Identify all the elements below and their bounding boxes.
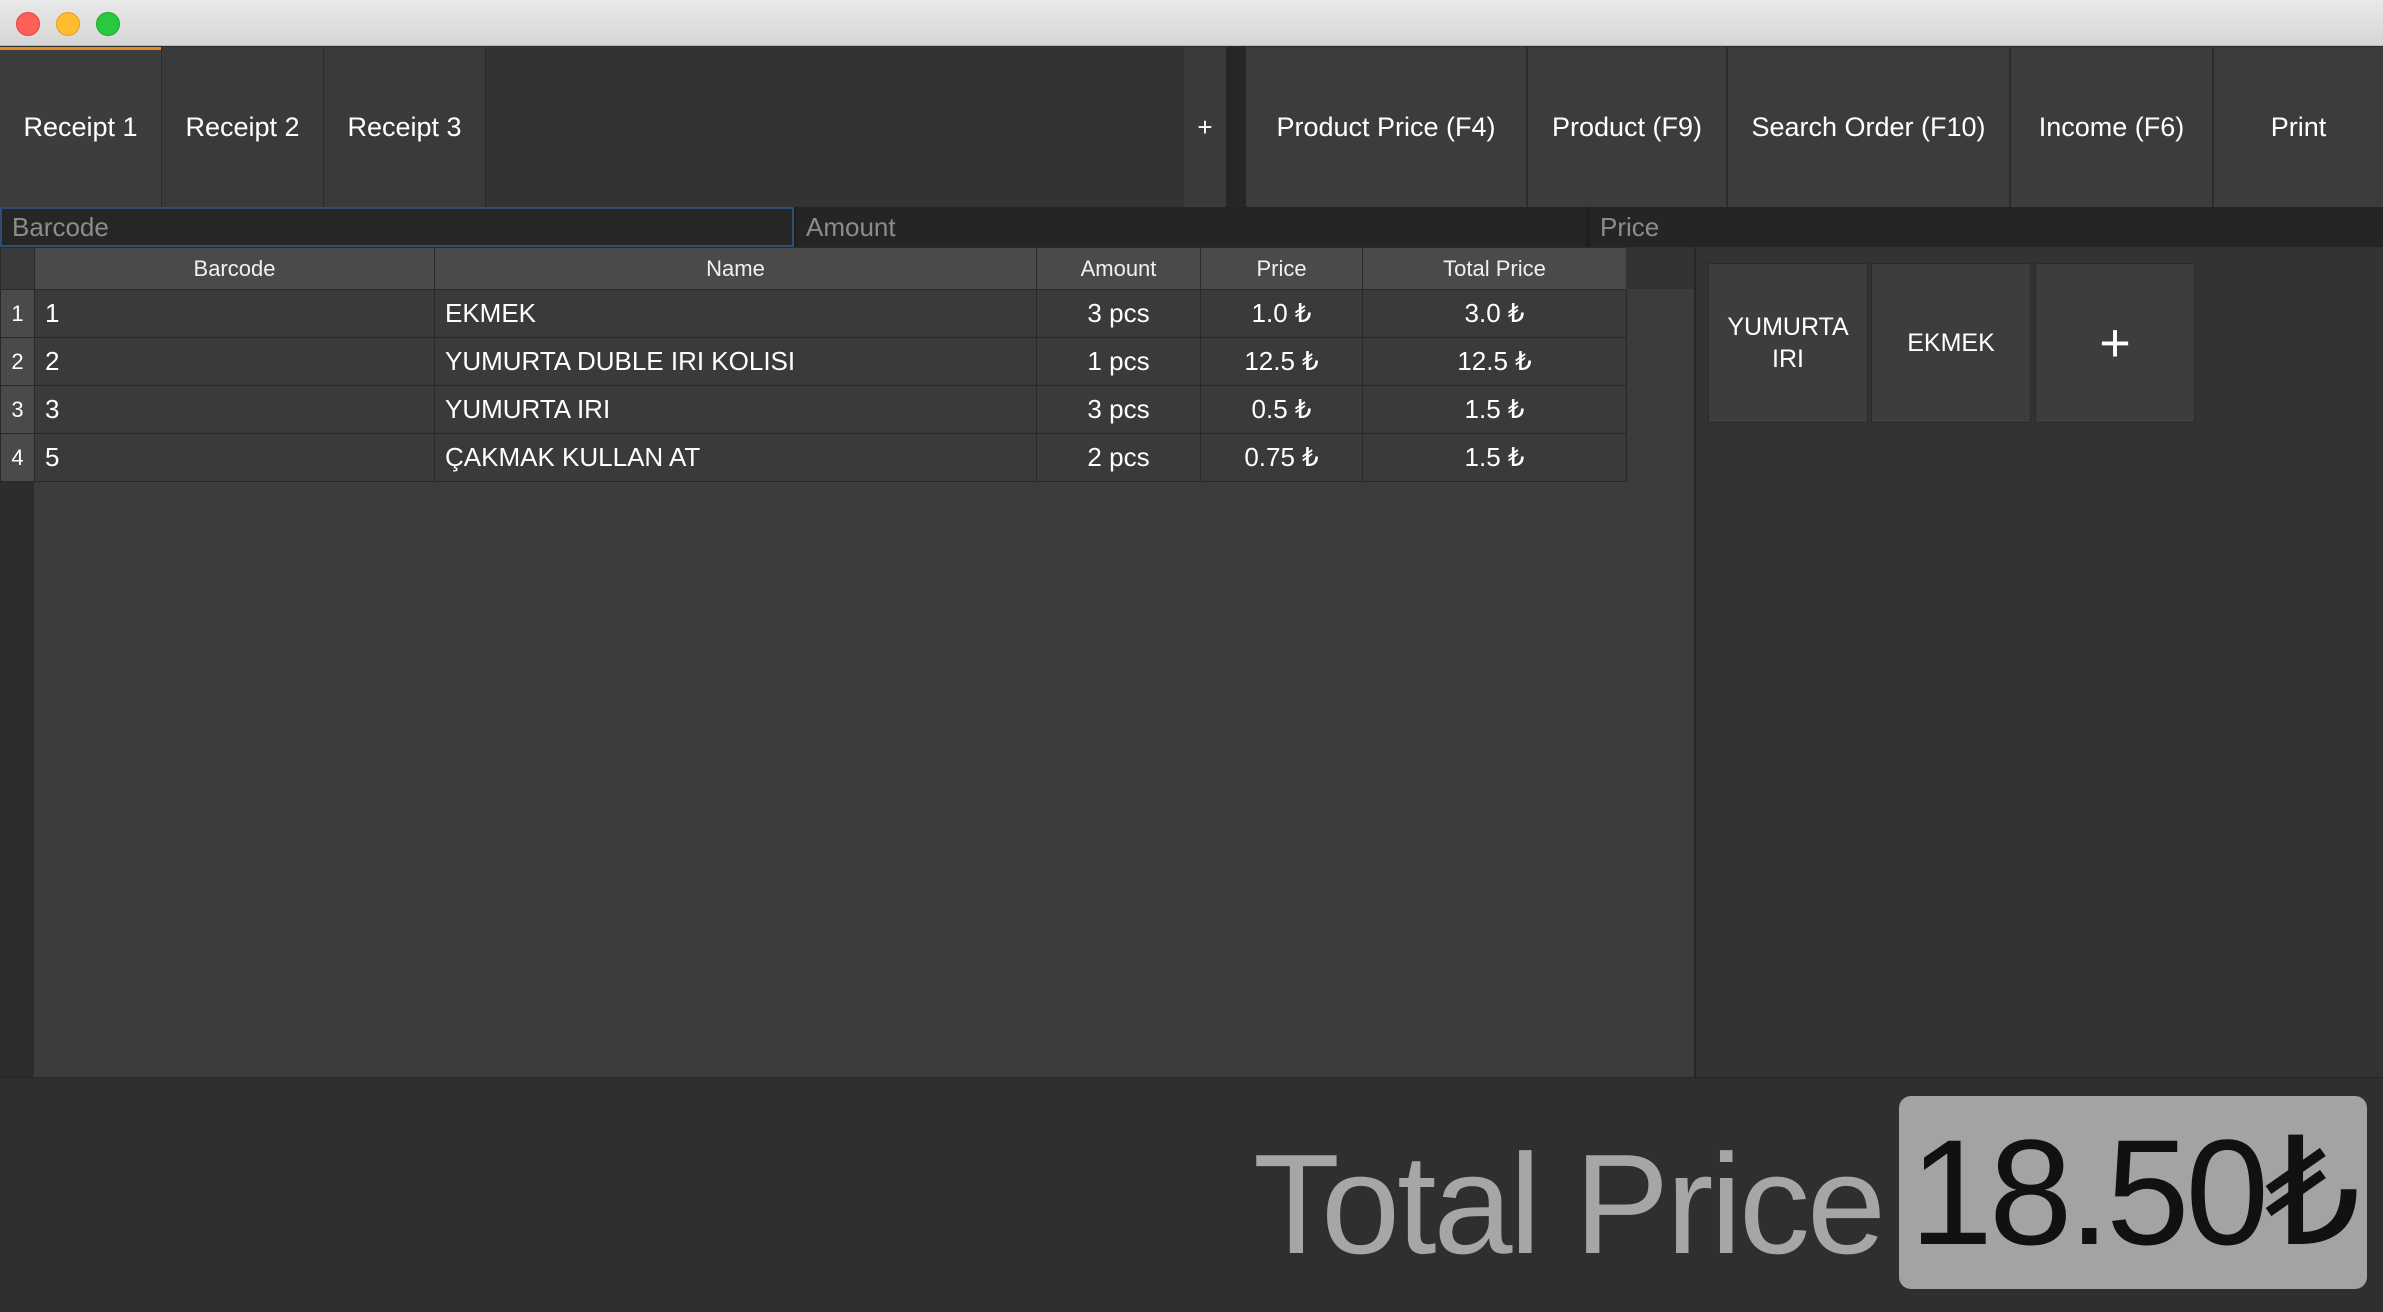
table-header-filler: [1626, 247, 1694, 289]
table-header-row: Barcode Name Amount Price Total Price: [0, 247, 1627, 290]
cell-barcode[interactable]: 2: [34, 337, 435, 386]
row-number[interactable]: 4: [0, 433, 35, 482]
tab-receipt-1[interactable]: Receipt 1: [0, 47, 162, 207]
row-number[interactable]: 1: [0, 289, 35, 338]
cell-price[interactable]: 12.5 ₺: [1200, 337, 1363, 386]
tab-bar-empty-space: [486, 47, 1184, 207]
cell-total-price[interactable]: 12.5 ₺: [1362, 337, 1627, 386]
barcode-input[interactable]: [0, 207, 794, 247]
entry-row: [0, 207, 2383, 247]
table-row[interactable]: 4 5 ÇAKMAK KULLAN AT 2 pcs 0.75 ₺ 1.5 ₺: [0, 433, 1627, 482]
price-input[interactable]: [1590, 207, 2383, 247]
cell-name[interactable]: YUMURTA IRI: [434, 385, 1037, 434]
search-order-button[interactable]: Search Order (F10): [1728, 47, 2011, 207]
cell-amount[interactable]: 3 pcs: [1036, 385, 1201, 434]
cell-price[interactable]: 0.5 ₺: [1200, 385, 1363, 434]
toolbar-divider: [1226, 47, 1246, 207]
table-row[interactable]: 2 2 YUMURTA DUBLE IRI KOLISI 1 pcs 12.5 …: [0, 337, 1627, 386]
product-price-button[interactable]: Product Price (F4): [1246, 47, 1528, 207]
column-header-total-price[interactable]: Total Price: [1362, 247, 1627, 290]
window-titlebar: [0, 0, 2383, 46]
table-corner: [0, 247, 35, 290]
cell-total-price[interactable]: 1.5 ₺: [1362, 433, 1627, 482]
cell-price[interactable]: 1.0 ₺: [1200, 289, 1363, 338]
cell-barcode[interactable]: 3: [34, 385, 435, 434]
add-receipt-tab-button[interactable]: +: [1184, 47, 1226, 207]
row-number[interactable]: 2: [0, 337, 35, 386]
cell-name[interactable]: YUMURTA DUBLE IRI KOLISI: [434, 337, 1037, 386]
close-window-button[interactable]: [16, 12, 40, 36]
add-quick-product-button[interactable]: +: [2035, 263, 2195, 423]
receipt-table: Barcode Name Amount Price Total Price 1 …: [0, 247, 1627, 482]
cell-name[interactable]: ÇAKMAK KULLAN AT: [434, 433, 1037, 482]
tab-receipt-2[interactable]: Receipt 2: [162, 47, 324, 207]
column-header-amount[interactable]: Amount: [1036, 247, 1201, 290]
cell-price[interactable]: 0.75 ₺: [1200, 433, 1363, 482]
tab-receipt-3[interactable]: Receipt 3: [324, 47, 486, 207]
quick-product-button-yumurta-iri[interactable]: YUMURTA IRI: [1708, 263, 1868, 423]
column-header-barcode[interactable]: Barcode: [34, 247, 435, 290]
cell-barcode[interactable]: 1: [34, 289, 435, 338]
minimize-window-button[interactable]: [56, 12, 80, 36]
total-price-value: 18.50₺: [1899, 1096, 2367, 1289]
column-header-name[interactable]: Name: [434, 247, 1037, 290]
product-button[interactable]: Product (F9): [1528, 47, 1728, 207]
quick-products-panel: YUMURTA IRI EKMEK +: [1694, 247, 2383, 1077]
cell-total-price[interactable]: 3.0 ₺: [1362, 289, 1627, 338]
maximize-window-button[interactable]: [96, 12, 120, 36]
toolbar: Receipt 1 Receipt 2 Receipt 3 + Product …: [0, 47, 2383, 207]
cell-name[interactable]: EKMEK: [434, 289, 1037, 338]
receipt-table-area: Barcode Name Amount Price Total Price 1 …: [0, 247, 1694, 1077]
total-bar: Total Price 18.50₺: [0, 1077, 2383, 1312]
column-header-price[interactable]: Price: [1200, 247, 1363, 290]
print-button[interactable]: Print: [2214, 47, 2383, 207]
cell-barcode[interactable]: 5: [34, 433, 435, 482]
cell-amount[interactable]: 1 pcs: [1036, 337, 1201, 386]
cell-total-price[interactable]: 1.5 ₺: [1362, 385, 1627, 434]
income-button[interactable]: Income (F6): [2011, 47, 2214, 207]
cell-amount[interactable]: 2 pcs: [1036, 433, 1201, 482]
total-price-label: Total Price: [1253, 1125, 1886, 1284]
amount-input[interactable]: [796, 207, 1586, 247]
quick-product-button-ekmek[interactable]: EKMEK: [1871, 263, 2031, 423]
table-row[interactable]: 3 3 YUMURTA IRI 3 pcs 0.5 ₺ 1.5 ₺: [0, 385, 1627, 434]
row-number[interactable]: 3: [0, 385, 35, 434]
table-row[interactable]: 1 1 EKMEK 3 pcs 1.0 ₺ 3.0 ₺: [0, 289, 1627, 338]
cell-amount[interactable]: 3 pcs: [1036, 289, 1201, 338]
